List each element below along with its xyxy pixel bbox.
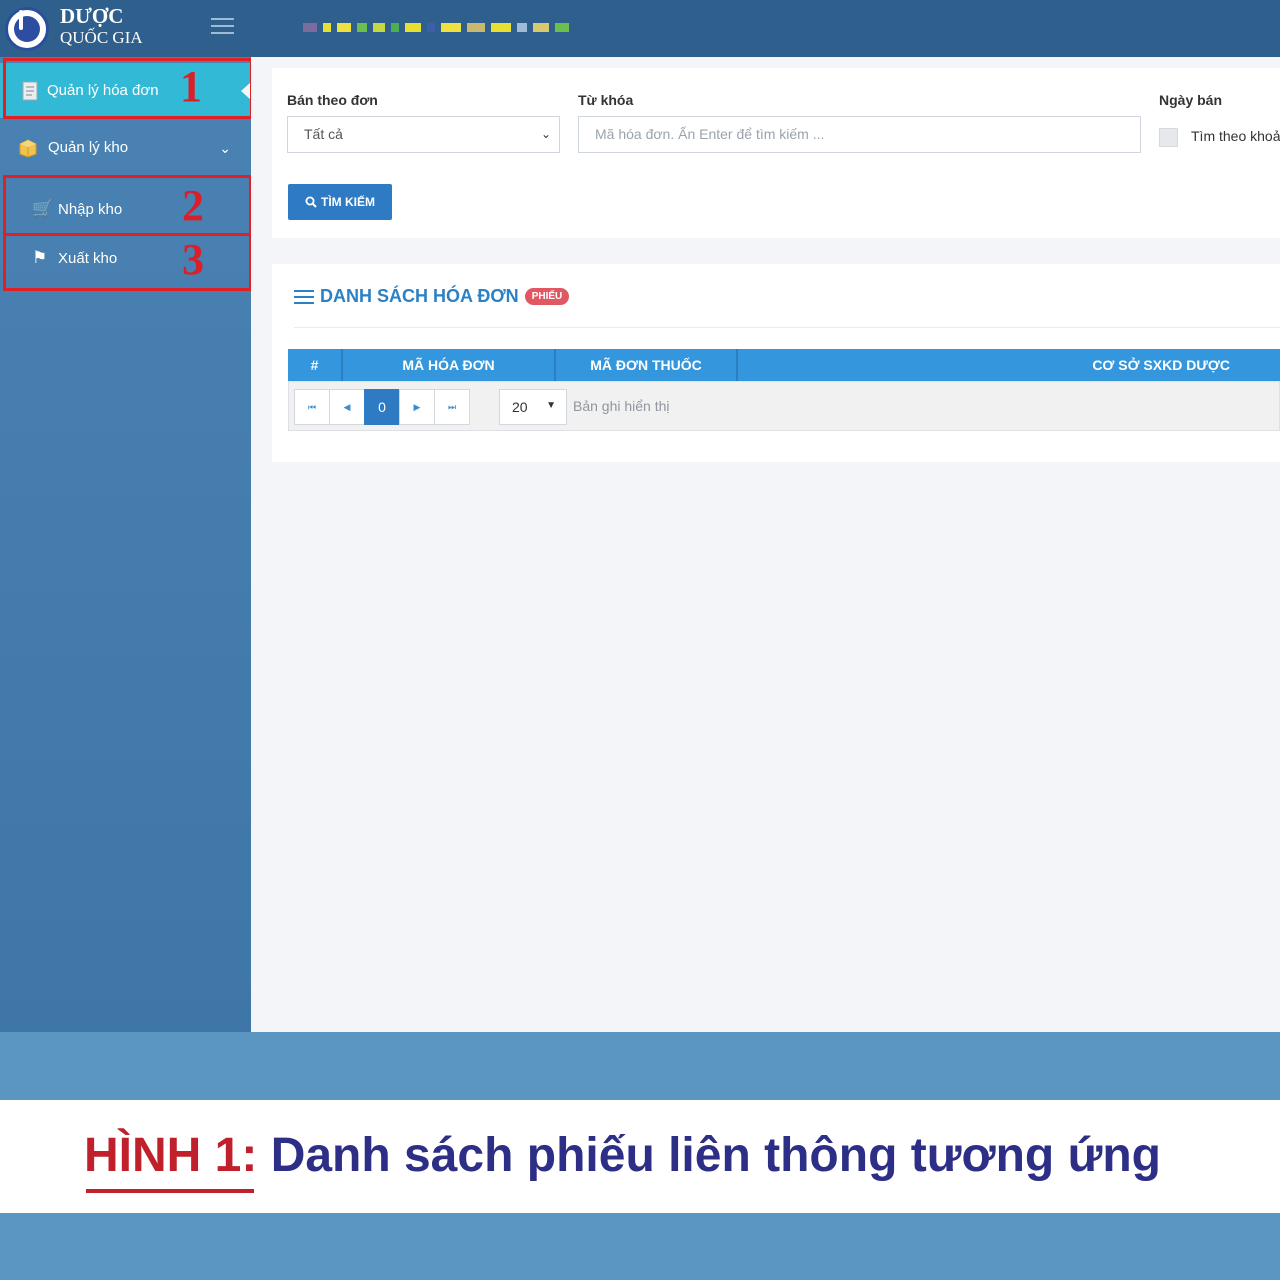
logo-icon — [5, 7, 49, 51]
chevron-down-icon: ⌄ — [540, 127, 551, 141]
last-page-button[interactable]: ⏭ — [434, 389, 470, 425]
prev-page-button[interactable]: ◀ — [329, 389, 365, 425]
date-filter-checkbox[interactable] — [1159, 128, 1178, 147]
caduceus-icon — [19, 10, 23, 30]
top-bar: DƯỢC QUỐC GIA — [0, 0, 1280, 57]
annotation-box-2 — [3, 175, 252, 236]
search-button[interactable]: TÌM KIẾM — [288, 184, 392, 220]
hamburger-menu-icon[interactable] — [211, 18, 234, 36]
box-icon — [19, 138, 37, 158]
column-header-index[interactable]: # — [288, 349, 343, 381]
sale-type-select[interactable]: Tất cả ⌄ — [287, 116, 560, 153]
date-filter-checkbox-label: Tìm theo khoả — [1191, 128, 1280, 144]
annotation-number-3: 3 — [182, 235, 204, 284]
records-label: Bản ghi hiển thị — [573, 398, 670, 414]
sale-type-label: Bán theo đơn — [287, 92, 378, 108]
section-title-text: DANH SÁCH HÓA ĐƠN — [320, 286, 519, 306]
page-size-select[interactable]: 20 ▼ — [499, 389, 567, 425]
column-header-prescription-code[interactable]: MÃ ĐƠN THUỐC — [556, 349, 738, 381]
current-page[interactable]: 0 — [364, 389, 400, 425]
sidebar-item-warehouse-management[interactable]: Quản lý kho ⌄ — [0, 120, 251, 175]
table-footer: ⏮ ◀ 0 ▶ ⏭ 20 ▼ Bản ghi hiển thị — [288, 381, 1280, 431]
sale-type-value: Tất cả — [304, 126, 343, 142]
chevron-down-icon: ⌄ — [219, 140, 231, 156]
figure-caption: HÌNH 1: Danh sách phiếu liên thông tương… — [0, 1100, 1280, 1213]
sidebar-item-label: Quản lý kho — [48, 139, 129, 156]
annotation-number-1: 1 — [180, 62, 202, 111]
divider — [294, 327, 1280, 328]
page-size-value: 20 — [512, 399, 528, 415]
caption-underline — [86, 1189, 254, 1193]
annotation-box-1 — [3, 58, 253, 119]
caption-text: HÌNH 1: Danh sách phiếu liên thông tương… — [84, 1128, 1161, 1183]
annotation-number-2: 2 — [182, 181, 204, 230]
brand-line2: QUỐC GIA — [60, 28, 143, 47]
pagination: ⏮ ◀ 0 ▶ ⏭ — [294, 389, 470, 425]
column-header-invoice-code[interactable]: MÃ HÓA ĐƠN — [343, 349, 556, 381]
caption-band-top — [0, 1032, 1280, 1100]
brand-name: DƯỢC QUỐC GIA — [60, 5, 143, 49]
invoice-list-panel: DANH SÁCH HÓA ĐƠN PHIẾU # MÃ HÓA ĐƠN MÃ … — [272, 264, 1280, 462]
brand-line1: DƯỢC — [60, 4, 124, 28]
keyword-label: Từ khóa — [578, 92, 634, 108]
table-header: # MÃ HÓA ĐƠN MÃ ĐƠN THUỐC CƠ SỞ SXKD DƯỢ… — [288, 349, 1280, 381]
annotation-box-3 — [3, 233, 252, 291]
section-title: DANH SÁCH HÓA ĐƠN PHIẾU — [294, 286, 570, 307]
first-page-button[interactable]: ⏮ — [294, 389, 330, 425]
next-page-button[interactable]: ▶ — [399, 389, 435, 425]
caption-body: Danh sách phiếu liên thông tương ứng — [270, 1129, 1161, 1182]
list-icon — [294, 289, 314, 304]
keyword-input[interactable]: Mã hóa đơn. Ấn Enter để tìm kiếm ... — [578, 116, 1141, 153]
status-badge: PHIẾU — [524, 288, 570, 305]
column-header-facility[interactable]: CƠ SỞ SXKD DƯỢC — [738, 349, 1280, 381]
caption-band-bottom — [0, 1213, 1280, 1280]
search-button-label: TÌM KIẾM — [321, 195, 375, 209]
main-content: Bán theo đơn Tất cả ⌄ Từ khóa Mã hóa đơn… — [251, 57, 1280, 1032]
sale-date-label: Ngày bán — [1159, 92, 1223, 108]
redacted-title — [303, 18, 569, 36]
caption-prefix: HÌNH 1: — [84, 1129, 258, 1182]
filter-panel: Bán theo đơn Tất cả ⌄ Từ khóa Mã hóa đơn… — [272, 68, 1280, 238]
caret-down-icon: ▼ — [546, 400, 556, 411]
keyword-placeholder: Mã hóa đơn. Ấn Enter để tìm kiếm ... — [595, 126, 825, 142]
search-icon — [305, 196, 317, 208]
